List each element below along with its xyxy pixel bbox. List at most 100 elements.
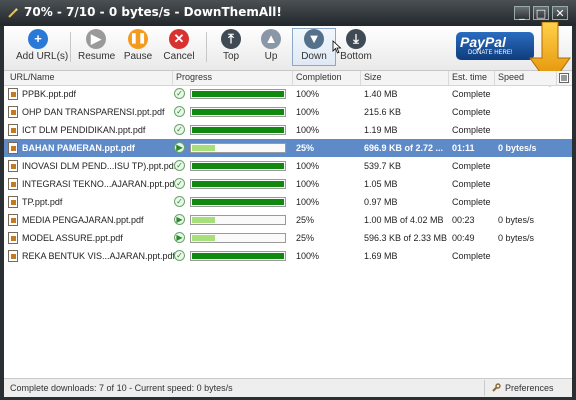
column-divider [448, 71, 449, 85]
column-size[interactable]: Size [364, 72, 382, 82]
status-bar: Complete downloads: 7 of 10 - Current sp… [4, 378, 572, 397]
complete-check-icon: ✓ [174, 88, 185, 99]
size-value: 1.40 MB [364, 89, 398, 99]
file-name: REKA BENTUK VIS...AJARAN.ppt.pdf [22, 251, 176, 261]
progress-fill [192, 145, 215, 151]
column-url[interactable]: URL/Name [10, 72, 55, 82]
up-button[interactable]: ▲ Up [256, 29, 286, 62]
status-text: Complete downloads: 7 of 10 - Current sp… [10, 383, 233, 393]
cancel-label: Cancel [163, 51, 195, 62]
complete-check-icon: ✓ [174, 196, 185, 207]
completion-value: 100% [296, 197, 320, 207]
paypal-tagline: DONATE HERE! [468, 50, 513, 56]
move-bottom-icon: ⤓ [346, 29, 366, 49]
est-time-value: Complete [452, 197, 491, 207]
progress-bar [190, 89, 286, 99]
download-row[interactable]: REKA BENTUK VIS...AJARAN.ppt.pdf ✓ 100% 1.6… [4, 247, 572, 265]
completion-value: 25% [296, 215, 315, 225]
progress-fill [192, 253, 284, 259]
est-time-value: Complete [452, 161, 491, 171]
est-time-value: Complete [452, 107, 491, 117]
est-time-value: Complete [452, 179, 491, 189]
preferences-button[interactable]: Preferences [484, 380, 571, 396]
up-label: Up [264, 51, 278, 62]
download-row[interactable]: MODEL ASSURE.ppt.pdf ▶ 25% 596.3 KB of 2.33… [4, 229, 572, 247]
download-row[interactable]: BAHAN PAMERAN.ppt.pdf ▶ 25% 696.9 KB of 2.7… [4, 139, 572, 157]
pdf-file-icon [8, 88, 18, 100]
size-value: 215.6 KB [364, 107, 402, 117]
file-name: INOVASI DLM PEND...ISU TP).ppt.pdf [22, 161, 177, 171]
toolbar-separator [70, 32, 71, 62]
minimize-button[interactable]: _ [514, 6, 530, 20]
progress-bar [190, 233, 286, 243]
add-urls-button[interactable]: + Add URL(s) [16, 29, 68, 62]
toolbar-separator [206, 32, 207, 62]
size-value: 1.05 MB [364, 179, 398, 189]
pdf-file-icon [8, 196, 18, 208]
complete-check-icon: ✓ [174, 250, 185, 261]
completion-value: 100% [296, 161, 320, 171]
speed-value: 0 bytes/s [498, 143, 537, 153]
column-completion[interactable]: Completion [296, 72, 342, 82]
est-time-value: 00:23 [452, 215, 475, 225]
cancel-button[interactable]: ✕ Cancel [162, 29, 196, 62]
running-play-icon: ▶ [174, 232, 185, 243]
title-bar[interactable]: 70% - 7/10 - 0 bytes/s - DownThemAll! _ … [0, 0, 576, 26]
move-up-icon: ▲ [261, 29, 281, 49]
download-row[interactable]: MEDIA PENGAJARAN.ppt.pdf ▶ 25% 1.00 MB of 4… [4, 211, 572, 229]
est-time-value: Complete [452, 125, 491, 135]
download-row[interactable]: PPBK.ppt.pdf ✓ 100% 1.40 MB Complete [4, 85, 572, 103]
complete-check-icon: ✓ [174, 160, 185, 171]
completion-value: 25% [296, 143, 315, 153]
download-row[interactable]: INOVASI DLM PEND...ISU TP).ppt.pdf ✓ 100% 5… [4, 157, 572, 175]
add-icon: + [28, 29, 48, 49]
progress-fill [192, 217, 215, 223]
column-speed[interactable]: Speed [498, 72, 524, 82]
column-divider [360, 71, 361, 85]
progress-bar [190, 251, 286, 261]
top-button[interactable]: ⤒ Top [216, 29, 246, 62]
paypal-donate-button[interactable]: PayPal DONATE HERE! [456, 32, 536, 62]
pdf-file-icon [8, 232, 18, 244]
progress-bar [190, 161, 286, 171]
download-row[interactable]: INTEGRASI TEKNO...AJARAN.ppt.pdf ✓ 100% 1.0… [4, 175, 572, 193]
size-value: 596.3 KB of 2.33 MB [364, 233, 448, 243]
column-est-time[interactable]: Est. time [452, 72, 487, 82]
down-button[interactable]: ▼ Down [296, 29, 332, 62]
progress-fill [192, 199, 284, 205]
bottom-button[interactable]: ⤓ Bottom [338, 29, 374, 62]
progress-bar [190, 215, 286, 225]
size-value: 1.00 MB of 4.02 MB [364, 215, 444, 225]
cancel-icon: ✕ [169, 29, 189, 49]
app-window: 70% - 7/10 - 0 bytes/s - DownThemAll! _ … [0, 0, 576, 400]
running-play-icon: ▶ [174, 142, 185, 153]
column-picker-icon[interactable] [559, 73, 569, 83]
download-row[interactable]: OHP DAN TRANSPARENSI.ppt.pdf ✓ 100% 215.6 K… [4, 103, 572, 121]
pdf-file-icon [8, 142, 18, 154]
resume-label: Resume [78, 51, 116, 62]
play-icon: ▶ [86, 29, 106, 49]
maximize-button[interactable]: □ [533, 6, 549, 20]
close-button[interactable]: ✕ [552, 6, 568, 20]
progress-bar [190, 107, 286, 117]
window-title: 70% - 7/10 - 0 bytes/s - DownThemAll! [24, 5, 282, 19]
progress-fill [192, 127, 284, 133]
top-label: Top [222, 51, 240, 62]
pause-button[interactable]: ❚❚ Pause [122, 29, 154, 62]
toolbar: + Add URL(s) ▶ Resume ❚❚ Pause ✕ Cancel … [4, 22, 572, 87]
file-name: OHP DAN TRANSPARENSI.ppt.pdf [22, 107, 165, 117]
resume-button[interactable]: ▶ Resume [78, 29, 116, 62]
est-time-value: 00:49 [452, 233, 475, 243]
progress-bar [190, 125, 286, 135]
download-row[interactable]: ICT DLM PENDIDIKAN.ppt.pdf ✓ 100% 1.19 MB Co… [4, 121, 572, 139]
column-progress[interactable]: Progress [176, 72, 212, 82]
down-label: Down [301, 51, 327, 62]
pdf-file-icon [8, 178, 18, 190]
size-value: 0.97 MB [364, 197, 398, 207]
download-row[interactable]: TP.ppt.pdf ✓ 100% 0.97 MB Complete [4, 193, 572, 211]
complete-check-icon: ✓ [174, 178, 185, 189]
completion-value: 25% [296, 233, 315, 243]
size-value: 1.69 MB [364, 251, 398, 261]
progress-bar [190, 179, 286, 189]
column-header: URL/Name Progress Completion Size Est. t… [4, 71, 572, 86]
